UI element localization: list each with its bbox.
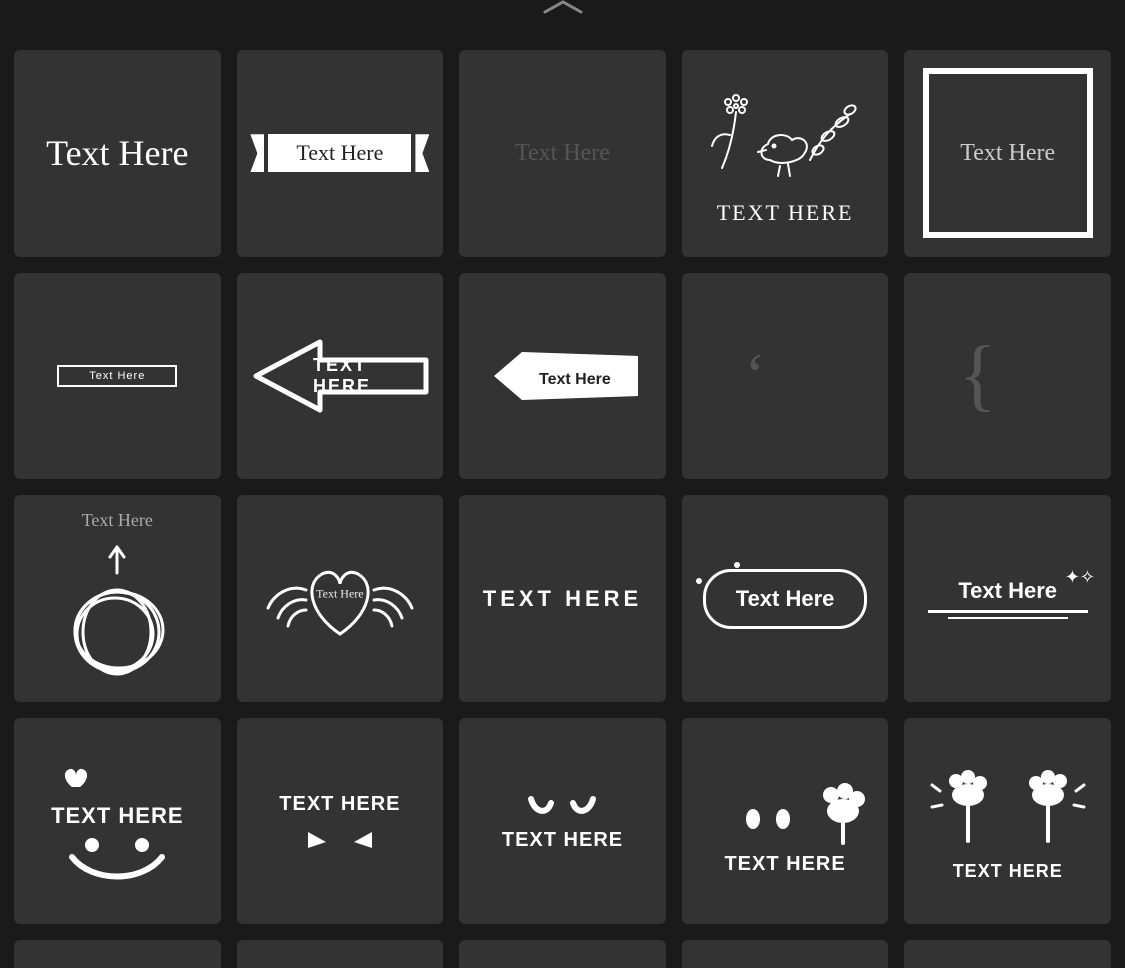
closed-eyes-icon <box>517 791 607 821</box>
template-pill-border[interactable]: Text Here <box>682 495 889 702</box>
template-square-frame[interactable]: Text Here <box>904 50 1111 257</box>
fists-up-icon <box>918 761 1098 851</box>
template-label: Text Here <box>82 510 153 531</box>
template-chunky-caps[interactable]: TEXT HERE <box>459 495 666 702</box>
template-label: Text Here <box>960 140 1055 167</box>
smile-icon <box>42 835 192 885</box>
template-peek[interactable] <box>237 940 444 968</box>
pill-border-shape: Text Here <box>703 569 868 629</box>
template-grid-scroll[interactable]: Text Here Text Here Text Here <box>0 20 1125 968</box>
scribble-circle-icon <box>42 537 192 687</box>
template-eyes-below[interactable]: TEXT HERE <box>237 718 444 925</box>
template-peek[interactable] <box>459 940 666 968</box>
thin-bar-shape: Text Here <box>57 365 177 387</box>
template-label: TEXT HERE <box>502 829 623 852</box>
template-label: Text Here <box>928 578 1088 604</box>
template-label: Text Here <box>46 132 188 174</box>
template-thin-bar[interactable]: Text Here <box>14 273 221 480</box>
heart-small-icon <box>42 757 192 797</box>
template-peek[interactable] <box>682 940 889 968</box>
paw-dots-icon <box>705 767 865 847</box>
bird-flowers-icon <box>700 80 870 190</box>
template-brace-mark[interactable]: { <box>904 273 1111 480</box>
template-label: Text Here <box>515 140 610 167</box>
underline-shape <box>928 610 1088 613</box>
ribbon-banner-shape: Text Here <box>268 134 411 172</box>
template-underline-spark[interactable]: Text Here ✦✧ <box>904 495 1111 702</box>
brace-glyph-icon: { <box>958 330 996 421</box>
collapse-handle[interactable] <box>0 0 1125 20</box>
template-label: TEXT HERE <box>51 803 183 829</box>
template-smiley[interactable]: TEXT HERE <box>14 718 221 925</box>
quote-glyph-icon: ‘ <box>745 341 765 410</box>
underline-shape-2 <box>948 617 1068 619</box>
template-serif-plain[interactable]: Text Here <box>14 50 221 257</box>
template-label: TEXT HERE <box>483 586 642 612</box>
template-grid: Text Here Text Here Text Here <box>14 50 1111 968</box>
text-templates-panel: Text Here Text Here Text Here <box>0 0 1125 968</box>
template-label: TEXT HERE <box>313 355 400 397</box>
template-label: Text Here <box>296 140 383 165</box>
template-ribbon-banner[interactable]: Text Here <box>237 50 444 257</box>
template-ghost-serif[interactable]: Text Here <box>459 50 666 257</box>
template-quote-mark[interactable]: ‘ <box>682 273 889 480</box>
template-peek[interactable] <box>904 940 1111 968</box>
template-label: Text Here <box>316 587 363 602</box>
template-fists[interactable]: TEXT HERE <box>904 718 1111 925</box>
template-scribble-circle[interactable]: Text Here <box>14 495 221 702</box>
square-frame-shape: Text Here <box>923 68 1093 238</box>
template-label: TEXT HERE <box>717 200 854 226</box>
look-eyes-icon <box>300 826 380 850</box>
template-tag-right[interactable]: Text Here <box>459 273 666 480</box>
template-arrow-left[interactable]: TEXT HERE <box>237 273 444 480</box>
template-label: TEXT HERE <box>724 853 845 876</box>
template-label: Text Here <box>736 586 835 611</box>
template-eyes-above[interactable]: TEXT HERE <box>459 718 666 925</box>
chevron-up-icon <box>541 0 585 14</box>
template-bird-flowers[interactable]: TEXT HERE <box>682 50 889 257</box>
template-label: Text Here <box>89 370 145 382</box>
template-label: TEXT HERE <box>953 861 1063 882</box>
template-paw-side[interactable]: TEXT HERE <box>682 718 889 925</box>
template-label: Text Here <box>539 371 611 389</box>
template-heart-wings[interactable]: Text Here <box>237 495 444 702</box>
template-peek[interactable] <box>14 940 221 968</box>
template-label: TEXT HERE <box>279 793 400 816</box>
sparkle-icon: ✦✧ <box>1065 567 1095 588</box>
